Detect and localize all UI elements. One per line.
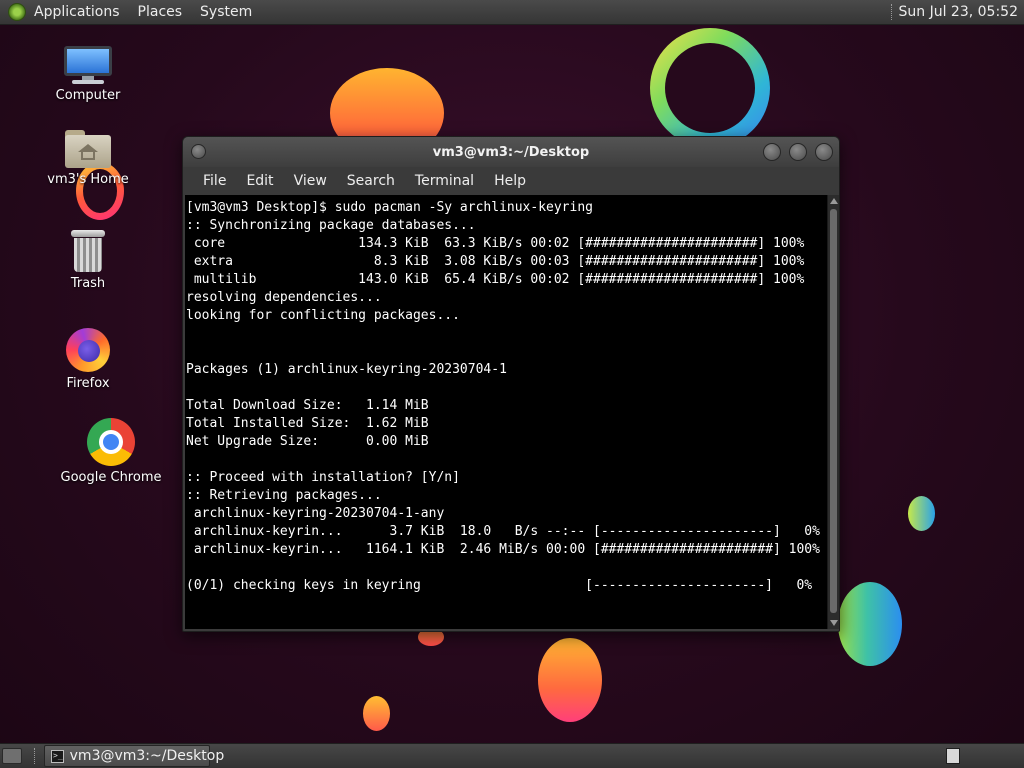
terminal-output[interactable]: [vm3@vm3 Desktop]$ sudo pacman -Sy archl… [185,195,827,629]
home-folder-icon [65,130,111,168]
terminal-line: Packages (1) archlinux-keyring-20230704-… [186,362,507,377]
menu-system[interactable]: System [191,4,261,20]
distro-logo-icon[interactable] [8,3,26,21]
wallpaper-ring [650,28,770,148]
window-menu-icon [191,144,206,159]
menu-view[interactable]: View [284,173,337,189]
workspace-switcher[interactable] [946,748,960,764]
bottom-panel: >_ vm3@vm3:~/Desktop [0,743,1024,768]
terminal-line: Net Upgrade Size: 0.00 MiB [186,434,429,449]
window-titlebar[interactable]: vm3@vm3:~/Desktop [183,137,839,167]
wallpaper-orange-blob-mid [538,638,602,722]
terminal-line: resolving dependencies... [186,290,382,305]
window-title: vm3@vm3:~/Desktop [432,144,590,160]
terminal-line: Total Installed Size: 1.62 MiB [186,416,429,431]
desktop-icon-label: Firefox [66,376,110,391]
desktop-icon-label: Trash [70,276,106,291]
chrome-icon [87,418,135,466]
terminal-line: :: Synchronizing package databases... [186,218,476,233]
terminal-line: archlinux-keyrin... 3.7 KiB 18.0 B/s --:… [186,524,820,539]
terminal-line: core 134.3 KiB 63.3 KiB/s 00:02 [#######… [186,236,805,251]
terminal-line: extra 8.3 KiB 3.08 KiB/s 00:03 [########… [186,254,805,269]
scroll-up-icon[interactable] [830,198,838,204]
minimize-button[interactable] [763,143,781,161]
maximize-button[interactable] [789,143,807,161]
taskbar-terminal-button[interactable]: >_ vm3@vm3:~/Desktop [44,745,224,767]
desktop-icon-home[interactable]: vm3's Home [28,130,148,187]
terminal-scrollbar[interactable] [827,195,839,629]
desktop-icon-label: vm3's Home [47,172,129,187]
terminal-line: (0/1) checking keys in keyring [--------… [186,578,813,593]
firefox-icon [66,328,110,372]
terminal-icon: >_ [51,749,64,763]
terminal-menubar: File Edit View Search Terminal Help [183,167,839,195]
terminal-window[interactable]: vm3@vm3:~/Desktop File Edit View Search … [182,136,840,632]
wallpaper-green-blob [838,582,902,666]
terminal-text: [vm3@vm3 Desktop]$ sudo pacman -Sy archl… [185,195,827,595]
show-desktop-button[interactable] [2,748,22,764]
terminal-line: multilib 143.0 KiB 65.4 KiB/s 00:02 [###… [186,272,805,287]
terminal-line: archlinux-keyring-20230704-1-any [186,506,445,521]
menu-terminal[interactable]: Terminal [405,173,484,189]
menu-applications[interactable]: Applications [32,4,129,20]
terminal-line: looking for conflicting packages... [186,308,460,323]
menu-help[interactable]: Help [484,173,536,189]
top-panel: Applications Places System Sun Jul 23, 0… [0,0,1024,25]
menu-search[interactable]: Search [337,173,405,189]
menu-places[interactable]: Places [129,4,192,20]
desktop-icon-label: Google Chrome [60,470,162,485]
computer-icon [64,46,112,84]
desktop-icon-computer[interactable]: Computer [28,46,148,103]
terminal-line: archlinux-keyrin... 1164.1 KiB 2.46 MiB/… [186,542,820,557]
scrollbar-thumb[interactable] [830,209,837,613]
window-menu-button[interactable] [191,144,206,159]
terminal-line: [vm3@vm3 Desktop]$ sudo pacman -Sy archl… [186,200,593,215]
scroll-down-icon[interactable] [830,620,838,626]
desktop-icon-trash[interactable]: Trash [28,230,148,291]
desktop-icon-chrome[interactable]: Google Chrome [51,418,171,485]
terminal-line: :: Proceed with installation? [Y/n] [186,470,460,485]
panel-separator [34,748,36,764]
terminal-line: Total Download Size: 1.14 MiB [186,398,429,413]
taskbar-button-label: vm3@vm3:~/Desktop [69,748,225,764]
menu-file[interactable]: File [193,173,236,189]
terminal-line: :: Retrieving packages... [186,488,382,503]
clock[interactable]: Sun Jul 23, 05:52 [899,4,1024,20]
wallpaper-green-blob-small [908,496,935,531]
trash-icon [71,230,105,272]
desktop-icon-firefox[interactable]: Firefox [28,328,148,391]
close-button[interactable] [815,143,833,161]
wallpaper-orange-blob-small [363,696,390,731]
desktop-icon-label: Computer [55,88,121,103]
panel-separator [890,4,893,20]
menu-edit[interactable]: Edit [236,173,283,189]
